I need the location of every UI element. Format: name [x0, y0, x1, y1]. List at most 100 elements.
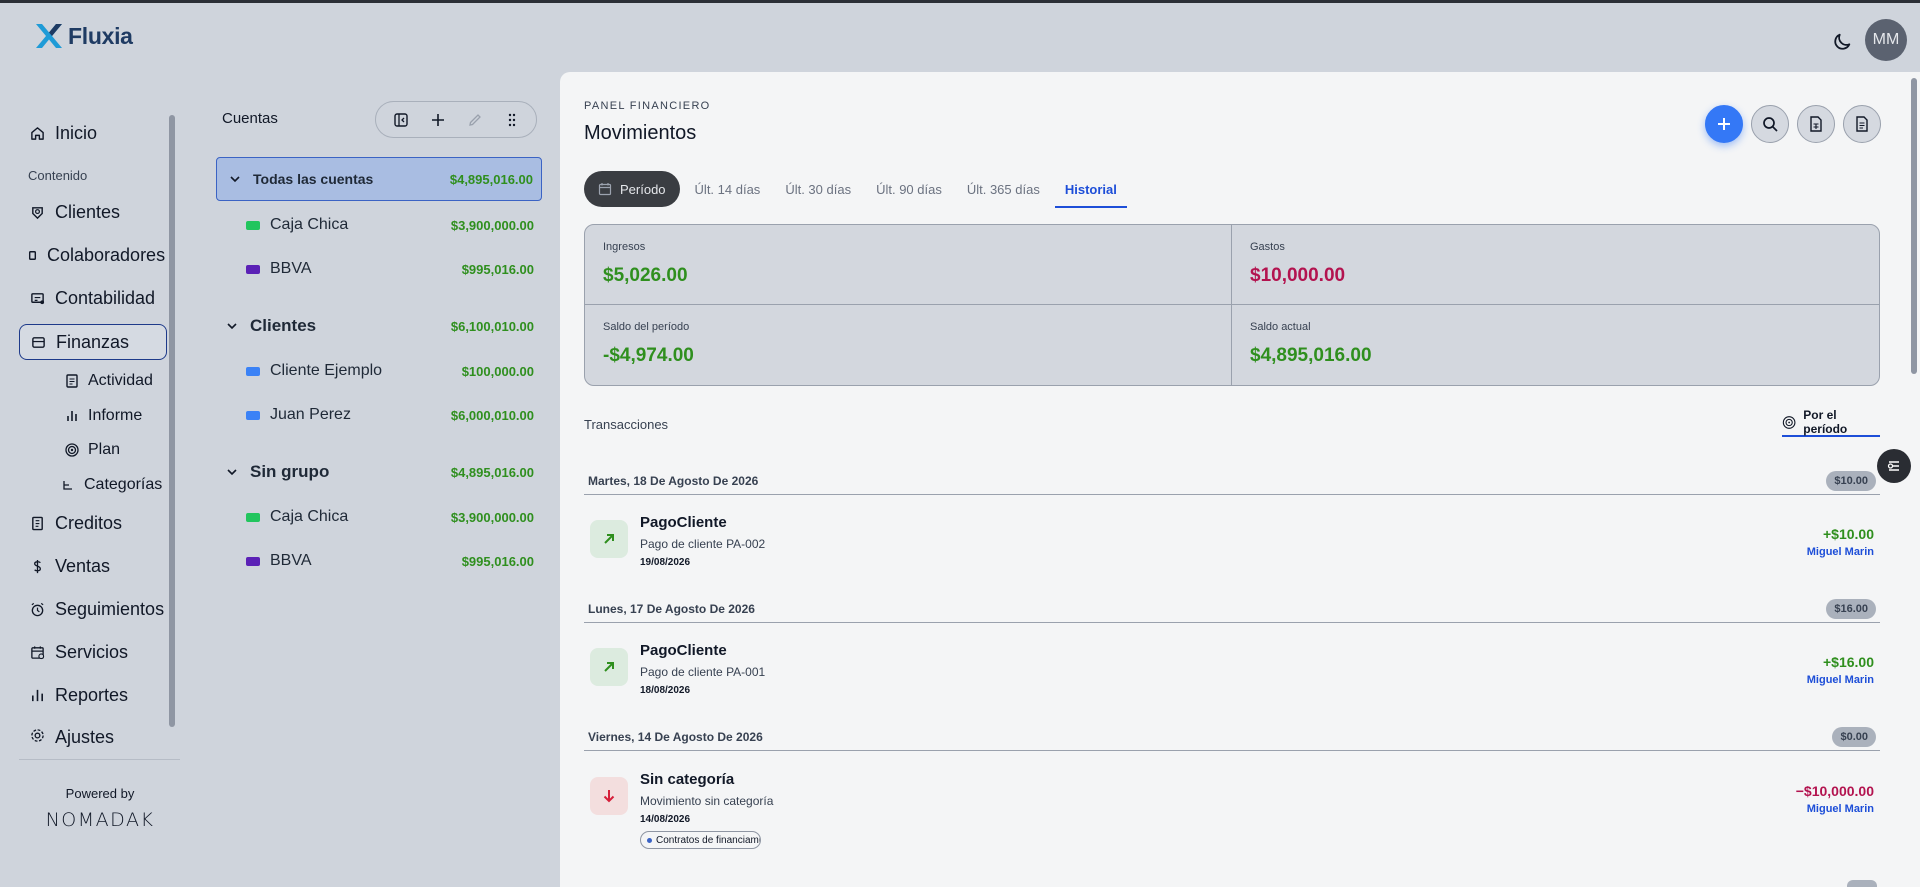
add-account-button[interactable] [428, 110, 448, 130]
expense-arrow-icon [590, 777, 628, 815]
period-tabs: Período Últ. 14 días Últ. 30 días Últ. 9… [584, 170, 1127, 208]
transaction-row[interactable]: Sin categoría Movimiento sin categoría 1… [584, 755, 1880, 855]
nav-item-ventas[interactable]: Ventas [19, 545, 167, 588]
account-amount: $6,000,010.00 [450, 407, 534, 423]
transaction-description: Movimiento sin categoría [640, 794, 774, 808]
nav-item-creditos[interactable]: Creditos [19, 502, 167, 545]
account-item[interactable]: Caja Chica $3,900,000.00 [216, 203, 542, 247]
nav-label: Clientes [55, 202, 121, 222]
document-icon [1856, 116, 1868, 132]
user-avatar[interactable]: MM [1865, 19, 1907, 61]
edit-account-button[interactable] [465, 110, 485, 130]
account-item[interactable]: BBVA $995,016.00 [216, 539, 542, 583]
day-total-badge: $10.00 [1826, 470, 1876, 491]
day-date: Lunes, 17 De Agosto De 2026 [588, 601, 755, 616]
day-header: Lunes, 17 De Agosto De 2026 $16.00 [584, 595, 1880, 623]
nav-item-reportes[interactable]: Reportes [19, 674, 167, 717]
income-arrow-icon [590, 648, 628, 686]
dollar-icon [29, 559, 45, 575]
transaction-row[interactable]: PagoCliente Pago de cliente PA-001 18/08… [584, 626, 1880, 710]
nav-label: Creditos [55, 513, 123, 533]
nav-label: Colaboradores [47, 245, 166, 265]
account-group-sin-grupo[interactable]: Sin grupo $4,895,016.00 [216, 450, 542, 494]
transaction-description: Pago de cliente PA-002 [640, 537, 766, 551]
nav-item-inicio[interactable]: Inicio [19, 112, 167, 155]
alarm-icon [29, 602, 45, 618]
transaction-user-link[interactable]: Miguel Marin [1807, 803, 1874, 815]
next-day-total-badge [1847, 880, 1877, 887]
add-movement-button[interactable] [1705, 105, 1743, 143]
account-color [246, 366, 260, 376]
period-filter-toggle[interactable]: Por el período [1782, 408, 1880, 437]
group-name: Clientes [250, 316, 317, 335]
nav-subitem-plan[interactable]: Plan [19, 433, 167, 468]
account-amount: $995,016.00 [461, 261, 534, 277]
transaction-user-link[interactable]: Miguel Marin [1807, 674, 1874, 686]
transaction-amount: −$10,000.00 [1795, 783, 1874, 799]
collapse-panel-button[interactable] [391, 110, 411, 130]
account-name: BBVA [270, 260, 312, 277]
tab-30-dias[interactable]: Últ. 30 días [775, 171, 861, 207]
day-header: Martes, 18 De Agosto De 2026 $10.00 [584, 467, 1880, 495]
nav-subitem-categorias[interactable]: Categorías [19, 468, 167, 503]
transactions-title: Transacciones [584, 417, 669, 432]
group-name: Sin grupo [250, 462, 330, 481]
stat-ingresos: Ingresos $5,026.00 [585, 225, 1232, 305]
nav-item-contabilidad[interactable]: Contabilidad [19, 277, 167, 320]
nav-label: Finanzas [56, 331, 130, 352]
account-item[interactable]: Juan Perez $6,000,010.00 [216, 393, 542, 437]
nav-item-seguimientos[interactable]: Seguimientos [19, 588, 167, 631]
account-amount: $3,900,000.00 [450, 217, 534, 233]
sidebar-scrollbar[interactable] [169, 115, 175, 727]
accounts-title: Cuentas [222, 110, 278, 127]
tab-historial[interactable]: Historial [1054, 170, 1127, 208]
nav-subitem-actividad[interactable]: Actividad [19, 364, 167, 399]
account-all[interactable]: Todas las cuentas $4,895,016.00 [216, 157, 542, 201]
gear-icon [29, 727, 45, 743]
account-item[interactable]: Caja Chica $3,900,000.00 [216, 495, 542, 539]
account-item[interactable]: BBVA $995,016.00 [216, 247, 542, 291]
group-amount: $4,895,016.00 [450, 464, 534, 480]
nav-item-servicios[interactable]: Servicios [19, 631, 167, 674]
account-color [246, 264, 260, 274]
account-group-clientes[interactable]: Clientes $6,100,010.00 [216, 304, 542, 348]
nav-label: Informe [88, 406, 143, 424]
income-arrow-icon [590, 520, 628, 558]
account-color [246, 512, 260, 522]
tab-periodo[interactable]: Período [584, 171, 680, 207]
transaction-row[interactable]: PagoCliente Pago de cliente PA-002 19/08… [584, 498, 1880, 582]
day-header: Viernes, 14 De Agosto De 2026 $0.00 [584, 723, 1880, 751]
drag-handle-icon[interactable] [502, 110, 522, 130]
transaction-user-link[interactable]: Miguel Marin [1807, 546, 1874, 558]
transaction-category: Sin categoría [640, 771, 735, 788]
search-button[interactable] [1751, 105, 1789, 143]
floating-filter-button[interactable] [1877, 449, 1911, 483]
transaction-amount: +$10.00 [1823, 526, 1874, 542]
page-title: Movimientos [584, 122, 697, 144]
nav-subitem-informe[interactable]: Informe [19, 399, 167, 434]
stat-gastos: Gastos $10,000.00 [1232, 225, 1879, 305]
nav-item-clientes[interactable]: Clientes [19, 191, 167, 234]
account-item[interactable]: Cliente Ejemplo $100,000.00 [216, 349, 542, 393]
tab-365-dias[interactable]: Últ. 365 días [957, 171, 1050, 207]
day-total-badge: $0.00 [1832, 726, 1876, 747]
app-logo[interactable]: Fluxia [34, 22, 133, 50]
nav-label: Servicios [55, 642, 129, 662]
tag-label: Contratos de financiamiento [656, 834, 761, 846]
nav-item-finanzas[interactable]: Finanzas [19, 324, 167, 360]
export-document-button[interactable] [1843, 105, 1881, 143]
main-scrollbar[interactable] [1911, 78, 1917, 374]
transaction-description: Pago de cliente PA-001 [640, 665, 766, 679]
tab-90-dias[interactable]: Últ. 90 días [866, 171, 952, 207]
tab-14-dias[interactable]: Últ. 14 días [685, 171, 771, 207]
account-name: Caja Chica [270, 508, 349, 525]
nomadak-logo: NOMADAK [45, 809, 155, 831]
dark-mode-toggle[interactable] [1828, 28, 1856, 56]
nav-label: Contabilidad [55, 288, 156, 308]
export-spreadsheet-button[interactable] [1797, 105, 1835, 143]
nav-item-colaboradores[interactable]: Colaboradores [19, 234, 167, 277]
stat-saldo-actual: Saldo actual $4,895,016.00 [1232, 305, 1879, 385]
target-icon [65, 443, 79, 457]
nav-item-ajustes[interactable]: Ajustes [19, 717, 167, 749]
account-color [246, 220, 260, 230]
